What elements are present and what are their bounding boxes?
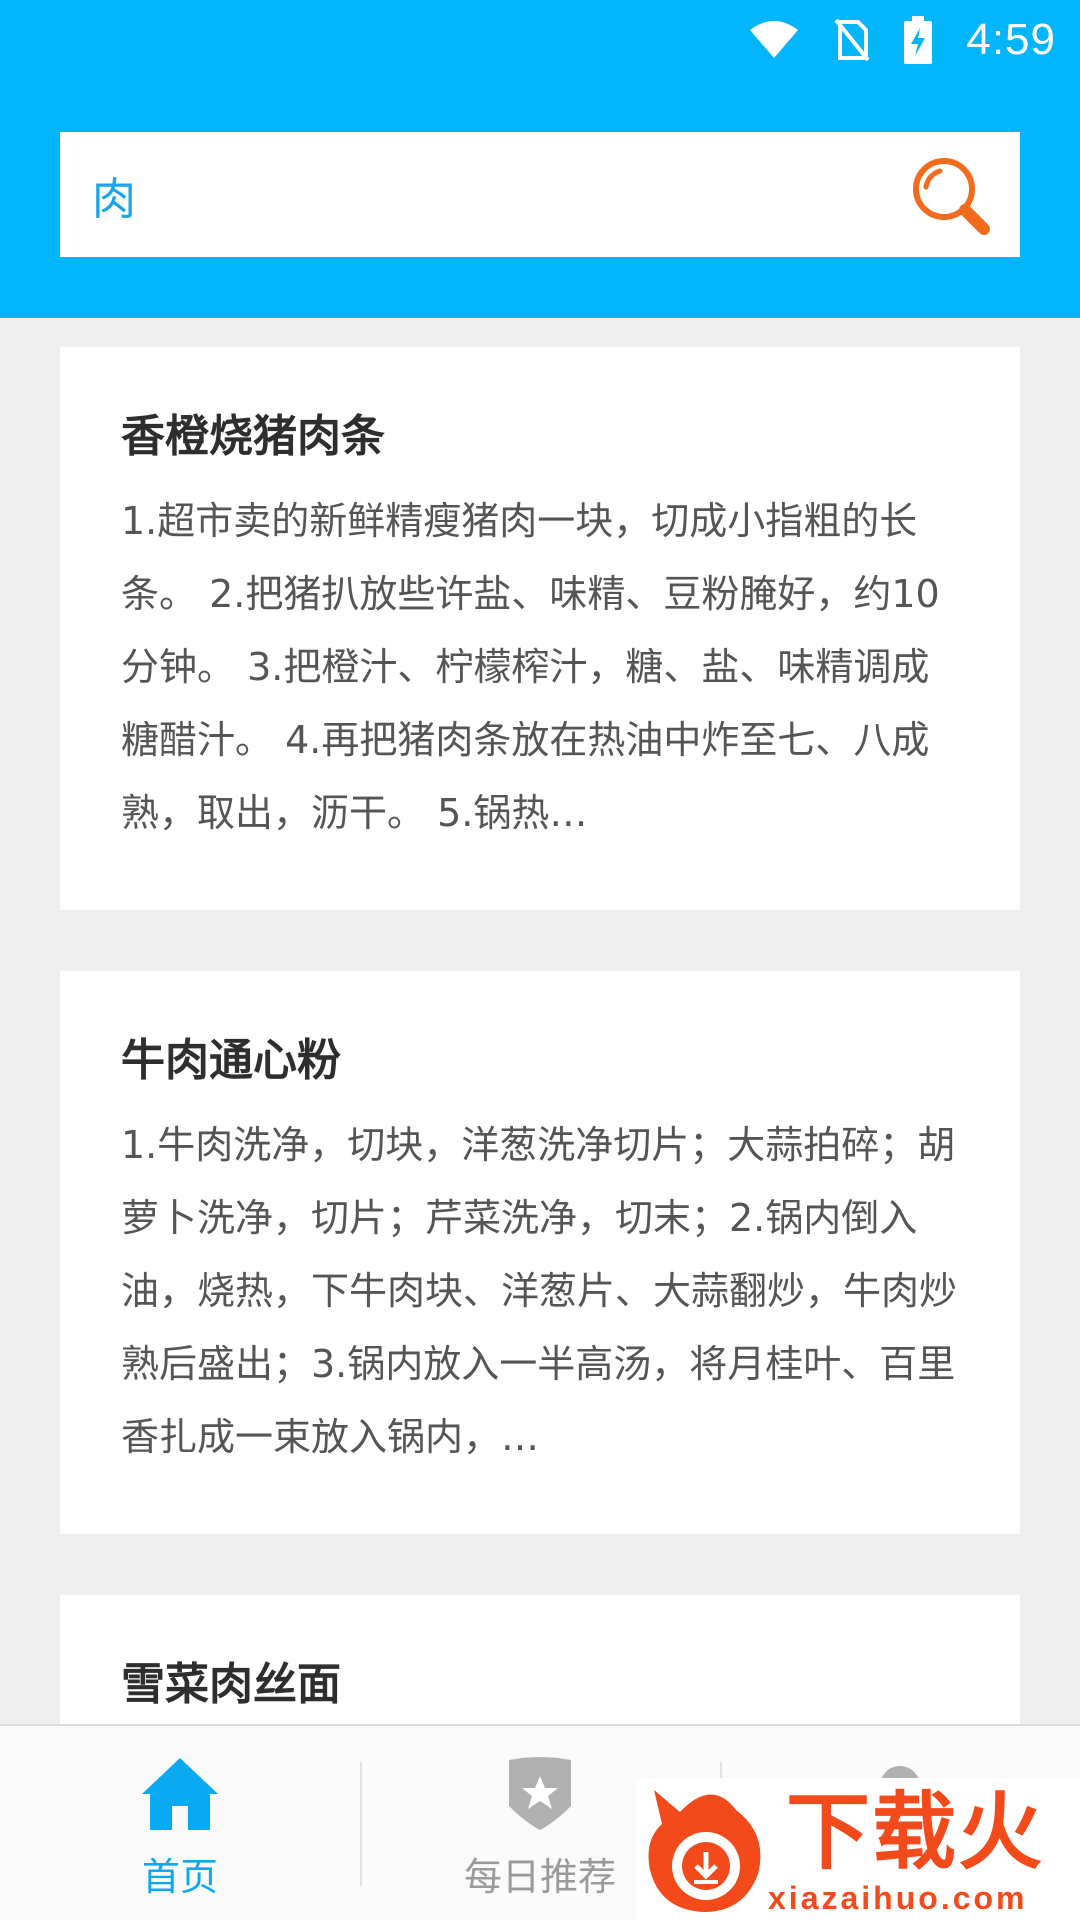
results-list: 香橙烧猪肉条 1.超市卖的新鲜精瘦猪肉一块，切成小指粗的长条。 2.把猪扒放些许… bbox=[0, 318, 1080, 1724]
search-bar bbox=[60, 132, 1020, 257]
watermark: 下载火 xiazaihuo.com bbox=[636, 1778, 1080, 1920]
battery-charging-icon bbox=[904, 16, 933, 64]
result-description: 1.牛肉洗净，切块，洋葱洗净切片；大蒜拍碎；胡萝卜洗净，切片；芹菜洗净，切末；2… bbox=[121, 1123, 958, 1459]
app-root: 4:59 香橙烧猪肉条 1.超市卖的新鲜精瘦猪肉一块，切成小指粗的长条。 2.把… bbox=[0, 0, 1080, 1920]
result-card[interactable]: 雪菜肉丝面 bbox=[60, 1595, 1020, 1724]
wifi-icon bbox=[748, 20, 800, 60]
search-button[interactable] bbox=[908, 153, 992, 237]
header: 4:59 bbox=[0, 0, 1080, 318]
status-time: 4:59 bbox=[966, 15, 1056, 64]
result-card[interactable]: 香橙烧猪肉条 1.超市卖的新鲜精瘦猪肉一块，切成小指粗的长条。 2.把猪扒放些许… bbox=[60, 347, 1020, 910]
star-badge-icon bbox=[495, 1752, 585, 1836]
flame-logo-icon bbox=[648, 1790, 761, 1912]
result-description: 1.超市卖的新鲜精瘦猪肉一块，切成小指粗的长条。 2.把猪扒放些许盐、味精、豆粉… bbox=[121, 499, 940, 835]
nav-label-daily: 每日推荐 bbox=[463, 1855, 616, 1899]
watermark-url: xiazaihuo.com bbox=[768, 1880, 1028, 1916]
home-icon bbox=[135, 1752, 225, 1836]
nav-item-home[interactable]: 首页 bbox=[0, 1726, 360, 1920]
result-title: 牛肉通心粉 bbox=[121, 1035, 341, 1086]
result-card[interactable]: 牛肉通心粉 1.牛肉洗净，切块，洋葱洗净切片；大蒜拍碎；胡萝卜洗净，切片；芹菜洗… bbox=[60, 971, 1020, 1534]
result-title: 雪菜肉丝面 bbox=[121, 1659, 341, 1710]
status-bar: 4:59 bbox=[748, 10, 1056, 70]
result-title: 香橙烧猪肉条 bbox=[121, 411, 385, 462]
no-sim-icon bbox=[834, 18, 870, 62]
nav-label-home: 首页 bbox=[141, 1855, 218, 1899]
watermark-text: 下载火 bbox=[786, 1783, 1045, 1881]
search-icon bbox=[913, 157, 990, 235]
search-input[interactable] bbox=[92, 169, 908, 220]
